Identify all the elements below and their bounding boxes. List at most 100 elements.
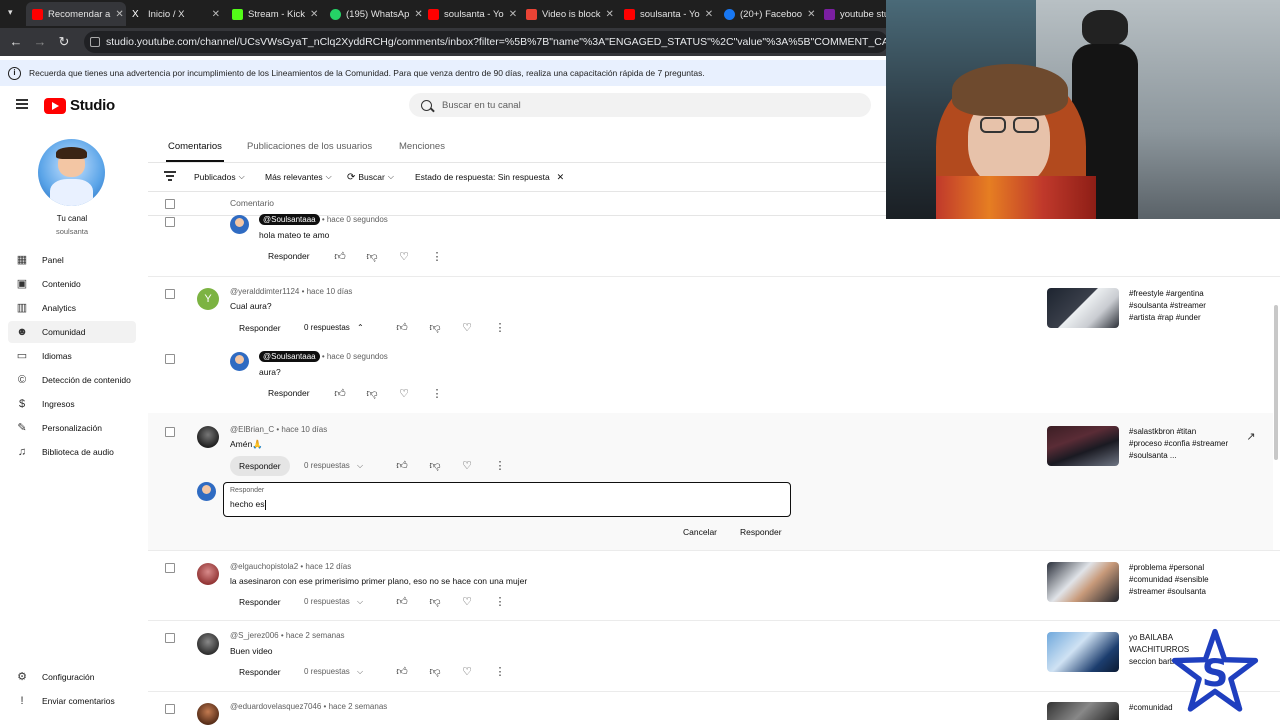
video-title[interactable]: #salastkbron #titan #proceso #confia #st… [1129, 426, 1229, 462]
owner-author-badge[interactable]: @Soulsantaaa [259, 351, 320, 362]
hamburger-menu-icon[interactable] [16, 99, 28, 109]
dislike-icon[interactable]: 👎︎ [429, 666, 441, 678]
video-thumbnail[interactable] [1047, 632, 1119, 672]
sidebar-item-earnings[interactable]: $ Ingresos [8, 393, 136, 415]
heart-icon[interactable]: ♡ [398, 251, 410, 263]
comment-author[interactable]: @yeralddimter1124 [230, 287, 299, 296]
video-thumbnail[interactable] [1047, 562, 1119, 602]
heart-icon[interactable]: ♡ [461, 322, 473, 334]
open-external-arrow-icon[interactable]: ↗ [1245, 431, 1257, 443]
like-icon[interactable]: 👍︎ [396, 322, 408, 334]
video-title[interactable]: #problema #personal #comunidad #sensible… [1129, 562, 1229, 598]
sidebar-item-content[interactable]: ▣ Contenido [8, 273, 136, 295]
cancel-button[interactable]: Cancelar [674, 522, 726, 542]
reply-button[interactable]: Responder [230, 318, 290, 338]
studio-logo[interactable]: Studio [44, 97, 115, 114]
comment-time[interactable]: hace 0 segundos [327, 215, 388, 224]
scrollbar[interactable] [1274, 305, 1278, 460]
sidebar-item-analytics[interactable]: ▥ Analytics [8, 297, 136, 319]
video-thumbnail[interactable] [1047, 426, 1119, 466]
comment-checkbox[interactable] [165, 563, 175, 573]
reply-button[interactable]: Responder [259, 383, 319, 403]
published-filter-dropdown[interactable]: Publicados ⌵ [190, 168, 249, 186]
like-icon[interactable]: 👍︎ [396, 596, 408, 608]
replies-toggle[interactable]: 0 respuestas ⌵ [304, 461, 363, 471]
forward-arrow-icon[interactable]: → [32, 34, 48, 50]
reply-button[interactable]: Responder [230, 662, 290, 682]
comment-time[interactable]: hace 10 días [281, 425, 327, 434]
comment-checkbox[interactable] [165, 289, 175, 299]
browser-tab-9[interactable]: youtube stud [818, 2, 888, 26]
heart-icon[interactable]: ♡ [398, 388, 410, 400]
video-thumbnail[interactable] [1047, 702, 1119, 720]
relevance-sort-dropdown[interactable]: Más relevantes ⌵ [261, 168, 336, 186]
search-filter-dropdown[interactable]: ⟳ Buscar ⌵ [343, 168, 398, 186]
heart-icon[interactable]: ♡ [461, 666, 473, 678]
sidebar-item-languages[interactable]: ▭ Idiomas [8, 345, 136, 367]
tab-mentions[interactable]: Menciones [399, 141, 445, 152]
comment-checkbox[interactable] [165, 354, 175, 364]
like-icon[interactable]: 👍︎ [396, 666, 408, 678]
sidebar-item-settings[interactable]: ⚙ Configuración [8, 666, 136, 688]
browser-tab-1[interactable]: Recomendar a ✕ [26, 2, 126, 26]
dislike-icon[interactable]: 👎︎ [366, 388, 378, 400]
reload-icon[interactable]: ↻ [56, 34, 72, 50]
browser-tab-3[interactable]: Stream - Kick ✕ [226, 2, 324, 26]
owner-author-badge[interactable]: @Soulsantaaa [259, 214, 320, 225]
comment-author[interactable]: @S_jerez006 [230, 631, 279, 640]
comment-checkbox[interactable] [165, 704, 175, 714]
more-options-icon[interactable]: ⋮ [494, 596, 506, 608]
close-icon[interactable]: ✕ [115, 9, 123, 20]
video-thumbnail[interactable] [1047, 288, 1119, 328]
like-icon[interactable]: 👍︎ [334, 251, 346, 263]
more-options-icon[interactable]: ⋮ [431, 388, 443, 400]
sidebar-item-content-detection[interactable]: © Detección de contenido [8, 369, 136, 391]
dislike-icon[interactable]: 👎︎ [366, 251, 378, 263]
reply-textbox[interactable]: Responder hecho es [223, 482, 791, 517]
comment-author[interactable]: @eduardovelasquez7046 [230, 702, 321, 711]
more-options-icon[interactable]: ⋮ [431, 251, 443, 263]
browser-tab-6[interactable]: Video is block ✕ [520, 2, 618, 26]
close-icon[interactable]: ✕ [212, 9, 220, 20]
close-icon[interactable]: ✕ [414, 9, 422, 20]
site-info-icon[interactable] [90, 37, 100, 47]
like-icon[interactable]: 👍︎ [334, 388, 346, 400]
browser-tab-2[interactable]: X Inicio / X ✕ [126, 2, 226, 26]
browser-tab-8[interactable]: (20+) Faceboo ✕ [718, 2, 818, 26]
reply-button[interactable]: Responder [230, 456, 290, 476]
more-options-icon[interactable]: ⋮ [494, 460, 506, 472]
replies-toggle[interactable]: 0 respuestas ⌵ [304, 667, 363, 677]
replies-toggle[interactable]: 0 respuestas ⌃ [304, 323, 364, 332]
back-arrow-icon[interactable]: ← [8, 34, 24, 50]
close-icon[interactable]: ✕ [310, 9, 318, 20]
close-icon[interactable]: ✕ [605, 9, 613, 20]
close-icon[interactable]: ✕ [807, 9, 815, 20]
sidebar-item-customization[interactable]: ✎ Personalización [8, 417, 136, 439]
comment-author[interactable]: @elgauchopistola2 [230, 562, 298, 571]
like-icon[interactable]: 👍︎ [396, 460, 408, 472]
comment-time[interactable]: hace 2 semanas [286, 631, 345, 640]
reply-button[interactable]: Responder [230, 592, 290, 612]
filter-icon[interactable] [164, 171, 176, 181]
comment-time[interactable]: hace 2 semanas [329, 702, 388, 711]
dislike-icon[interactable]: 👎︎ [429, 596, 441, 608]
heart-icon[interactable]: ♡ [461, 596, 473, 608]
url-field[interactable]: studio.youtube.com/channel/UCsVWsGyaT_nC… [84, 31, 888, 53]
channel-search-input[interactable]: Buscar en tu canal [409, 93, 871, 117]
heart-icon[interactable]: ♡ [461, 460, 473, 472]
sidebar-item-audio-library[interactable]: ♫ Biblioteca de audio [8, 441, 136, 463]
more-options-icon[interactable]: ⋮ [494, 322, 506, 334]
comment-time[interactable]: hace 0 segundos [327, 352, 388, 361]
reply-input[interactable]: hecho es [230, 499, 770, 510]
video-title[interactable]: #freestyle #argentina #soulsanta #stream… [1129, 288, 1229, 324]
browser-tab-4[interactable]: (195) WhatsAp ✕ [324, 2, 422, 26]
submit-reply-button[interactable]: Responder [731, 522, 791, 542]
browser-tab-5[interactable]: soulsanta - Yo ✕ [422, 2, 520, 26]
channel-avatar[interactable] [38, 139, 105, 206]
close-icon[interactable]: ✕ [557, 172, 565, 183]
dislike-icon[interactable]: 👎︎ [429, 322, 441, 334]
replies-toggle[interactable]: 0 respuestas ⌵ [304, 597, 363, 607]
browser-tab-7[interactable]: soulsanta - Yo ✕ [618, 2, 718, 26]
comment-checkbox[interactable] [165, 217, 175, 227]
sidebar-item-feedback[interactable]: ! Enviar comentarios [8, 690, 136, 712]
